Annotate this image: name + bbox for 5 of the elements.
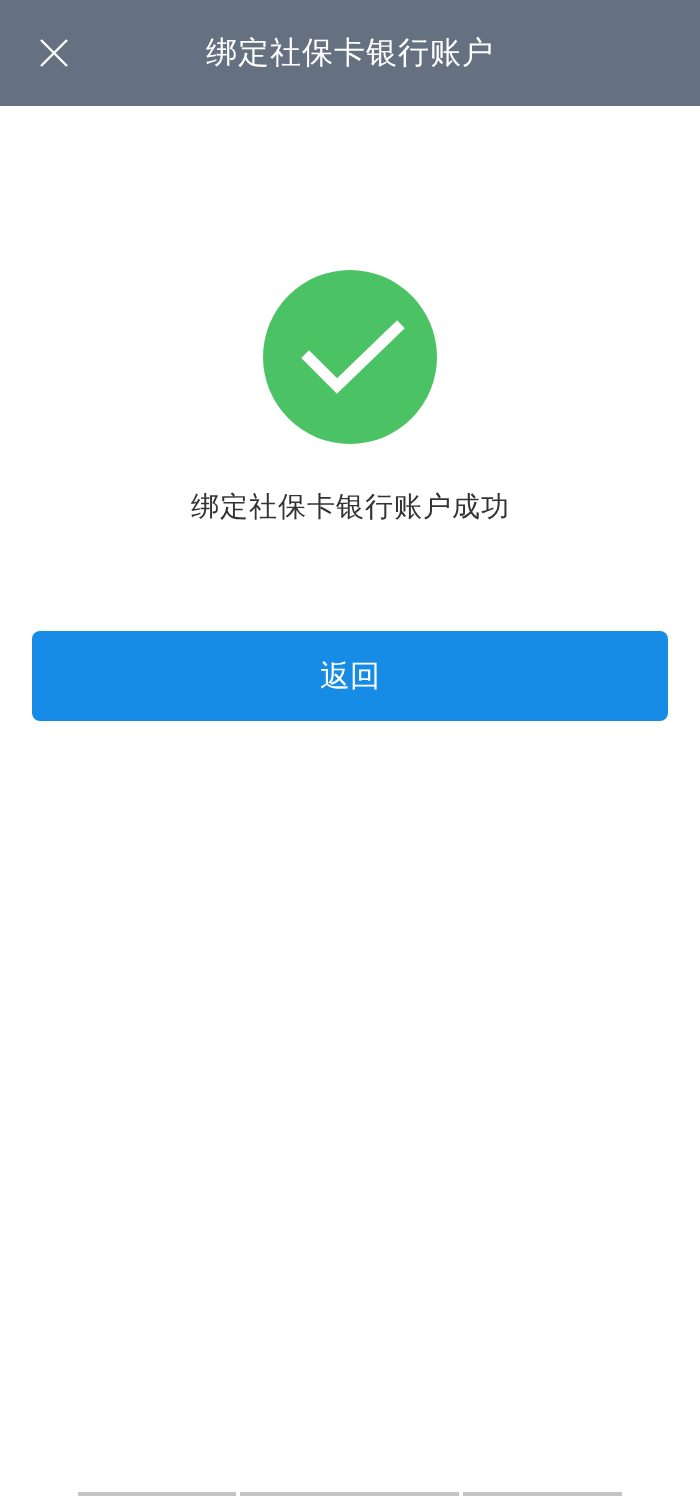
success-check-icon [263,270,437,444]
close-icon[interactable] [38,37,70,69]
page-title: 绑定社保卡银行账户 [206,33,494,72]
back-button[interactable]: 返回 [32,631,668,721]
result-message: 绑定社保卡银行账户成功 [190,489,510,525]
